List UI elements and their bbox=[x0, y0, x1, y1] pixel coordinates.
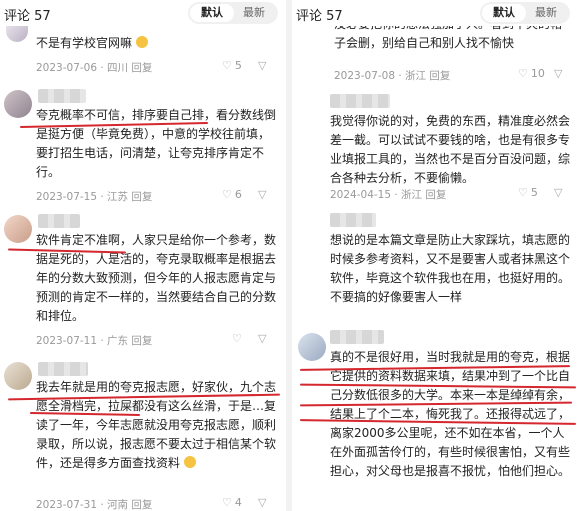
tab-latest[interactable]: 最新 bbox=[234, 4, 274, 22]
comment-meta[interactable]: 2024-04-15 · 浙江 回复 bbox=[330, 187, 446, 202]
like-button[interactable]: ♡ 5 bbox=[222, 59, 242, 72]
dislike-icon[interactable]: ▽ bbox=[554, 186, 562, 199]
like-button[interactable]: ♡ bbox=[232, 332, 245, 345]
like-button[interactable]: ♡ 6 bbox=[222, 188, 242, 201]
heart-icon: ♡ bbox=[222, 188, 232, 201]
heart-icon: ♡ bbox=[518, 186, 528, 199]
heart-icon: ♡ bbox=[518, 67, 528, 80]
comment-text: 我去年就是用的夸克报志愿，好家伙，九个志愿全滑档完，拉屎都没有这么丝滑，于是…复… bbox=[36, 380, 277, 470]
right-screenshot: 没必要把你的想法强加于人。看到不爽的帖子会删，别给自己和别人找不愉快 评论 57… bbox=[292, 0, 578, 511]
sort-toggle[interactable]: 默认 最新 bbox=[480, 2, 570, 24]
grin-emoji-icon bbox=[135, 36, 148, 48]
comment-text: 夸克概率不可信，排序要自己排，看分数线倒是挺方便（毕竟免费），中意的学校往前填，… bbox=[36, 108, 277, 179]
comment-meta[interactable]: 2023-07-11 · 广东 回复 bbox=[36, 333, 152, 348]
comment-count-title: 评论 57 bbox=[296, 9, 343, 24]
dislike-icon[interactable]: ▽ bbox=[554, 67, 562, 80]
heart-icon: ♡ bbox=[222, 496, 232, 509]
dislike-icon[interactable]: ▽ bbox=[258, 332, 266, 345]
comment-text: 想说的是本篇文章是防止大家踩坑，填志愿的时候多参考资料，又不是要害人或者抹黑这个… bbox=[330, 233, 571, 304]
comment-meta[interactable]: 2023-07-06 · 四川 回复 bbox=[36, 60, 152, 75]
username-blurred bbox=[330, 94, 390, 108]
avatar[interactable] bbox=[4, 362, 32, 390]
comment-meta[interactable]: 2023-07-08 · 浙江 回复 bbox=[334, 68, 450, 83]
tab-latest[interactable]: 最新 bbox=[526, 4, 566, 22]
comment-text: 软件肯定不准啊，人家只是给你一个参考，数据是死的，人是活的，夸克录取概率是根据去… bbox=[36, 233, 277, 323]
comments-header: 评论 57 默认 最新 bbox=[0, 0, 286, 26]
comment-meta[interactable]: 2023-07-31 · 河南 回复 bbox=[36, 497, 152, 511]
username-blurred bbox=[330, 213, 376, 227]
tab-default[interactable]: 默认 bbox=[190, 4, 234, 22]
comment-meta[interactable]: 2023-07-15 · 江苏 回复 bbox=[36, 189, 152, 204]
username-blurred bbox=[330, 330, 384, 344]
avatar[interactable] bbox=[298, 333, 326, 361]
like-button[interactable]: ♡ 4 bbox=[222, 496, 242, 509]
left-screenshot: 评论 57 默认 最新 不是有学校官网嘛 2023-07-06 · 四川 回复 … bbox=[0, 0, 286, 511]
dislike-icon[interactable]: ▽ bbox=[258, 59, 266, 72]
emoji-icon bbox=[183, 456, 196, 468]
avatar[interactable] bbox=[6, 26, 28, 42]
username-blurred bbox=[38, 214, 80, 228]
comment-text: 我觉得你说的对，免费的东西，精准度必然会差一截。可以试试不要钱的啥，也是有很多专… bbox=[330, 114, 571, 185]
username-blurred bbox=[38, 89, 86, 103]
comments-header: 评论 57 默认 最新 bbox=[292, 0, 578, 26]
username-blurred bbox=[38, 362, 88, 376]
heart-icon: ♡ bbox=[222, 59, 232, 72]
comment-count-title: 评论 57 bbox=[4, 9, 51, 24]
dislike-icon[interactable]: ▽ bbox=[258, 188, 266, 201]
sort-toggle[interactable]: 默认 最新 bbox=[188, 2, 278, 24]
like-button[interactable]: ♡ 10 bbox=[518, 67, 545, 80]
dislike-icon[interactable]: ▽ bbox=[258, 496, 266, 509]
avatar[interactable] bbox=[4, 90, 32, 118]
heart-icon: ♡ bbox=[232, 332, 242, 345]
avatar[interactable] bbox=[4, 215, 32, 243]
like-button[interactable]: ♡ 5 bbox=[518, 186, 538, 199]
tab-default[interactable]: 默认 bbox=[482, 4, 526, 22]
comment-text: 不是有学校官网嘛 bbox=[36, 34, 276, 53]
